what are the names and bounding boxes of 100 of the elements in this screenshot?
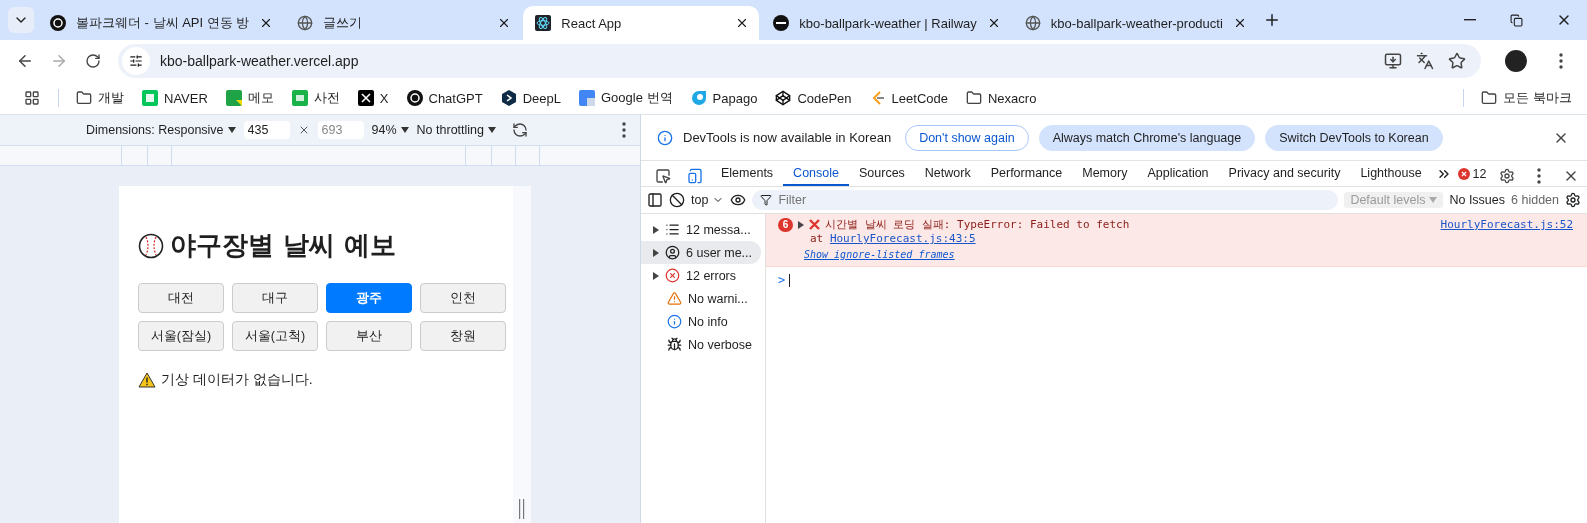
error-count[interactable]: 12 bbox=[1457, 161, 1487, 186]
clear-icon bbox=[669, 192, 685, 208]
browser-tab[interactable]: kbo-ballpark-weather-producti bbox=[1012, 6, 1257, 40]
rotate-icon bbox=[512, 122, 528, 138]
zoom-dropdown[interactable]: 94% bbox=[371, 123, 409, 137]
bookmark[interactable]: 메모 bbox=[218, 85, 281, 111]
stadium-button[interactable]: 대전 bbox=[138, 283, 224, 313]
x-logo-icon bbox=[357, 90, 374, 106]
atom-icon bbox=[535, 15, 552, 31]
sidebar-item[interactable]: 12 errors bbox=[641, 264, 761, 287]
square-logo-icon bbox=[291, 90, 308, 106]
infobar-button[interactable]: Always match Chrome's language bbox=[1038, 124, 1256, 151]
bookmark[interactable]: ChatGPT bbox=[399, 85, 490, 111]
prompt-icon: > bbox=[778, 273, 786, 287]
cube-logo-icon bbox=[775, 90, 792, 106]
device-icon bbox=[687, 168, 703, 184]
minimize-icon bbox=[1463, 19, 1476, 21]
sidebar-item[interactable]: 12 messa... bbox=[641, 218, 761, 241]
context-dropdown[interactable]: top bbox=[691, 193, 725, 207]
tab-title: kbo-ballpark-weather-producti bbox=[1050, 15, 1223, 31]
throttling-dropdown[interactable]: No throttling bbox=[416, 123, 496, 137]
stadium-button[interactable]: 인천 bbox=[420, 283, 506, 313]
sidebar-item[interactable]: No warni... bbox=[641, 287, 761, 310]
menu-icon bbox=[1559, 53, 1563, 69]
bookmark[interactable]: Nexacro bbox=[959, 85, 1044, 111]
devtools-tab[interactable]: Lighthouse bbox=[1350, 161, 1432, 186]
stadium-button[interactable]: 대구 bbox=[232, 283, 318, 313]
dimensions-dropdown[interactable]: Dimensions: Responsive bbox=[86, 123, 236, 137]
infobar-button[interactable]: Don't show again bbox=[905, 124, 1029, 151]
browser-tab[interactable]: React App bbox=[523, 6, 760, 40]
devtools-tab[interactable]: Application bbox=[1137, 161, 1219, 186]
tab-search-button[interactable] bbox=[8, 7, 34, 33]
bookmark[interactable]: 개발 bbox=[69, 85, 131, 111]
bookmark[interactable]: NAVER bbox=[135, 85, 215, 111]
devtools-tab[interactable]: Sources bbox=[849, 161, 915, 186]
all-bookmarks[interactable]: 모든 북마크 bbox=[1474, 85, 1579, 111]
hidden-count: 6 hidden bbox=[1511, 193, 1559, 207]
bookmark[interactable]: 사전 bbox=[284, 85, 347, 111]
site-info-button[interactable] bbox=[122, 47, 150, 75]
tab-title: 글쓰기 bbox=[323, 14, 364, 32]
devtools-tab[interactable]: Performance bbox=[980, 161, 1073, 186]
tab-title: 볼파크웨더 - 날씨 API 연동 방 bbox=[76, 14, 250, 32]
devtools-tab[interactable]: Network bbox=[914, 161, 981, 186]
tab-title: kbo-ballpark-weather | Railway bbox=[799, 15, 977, 31]
address-bar[interactable]: kbo-ballpark-weather.vercel.app bbox=[118, 44, 1481, 78]
issues-text: No Issues bbox=[1449, 193, 1506, 207]
stack-link[interactable]: HourlyForecast.js:43:5 bbox=[829, 232, 976, 245]
stadium-button[interactable]: 부산 bbox=[326, 321, 412, 351]
browser-tab[interactable]: 볼파크웨더 - 날씨 API 연동 방 bbox=[38, 6, 284, 40]
inspect-icon bbox=[655, 168, 671, 184]
resize-handle-icon[interactable] bbox=[519, 499, 525, 519]
square-logo-icon bbox=[142, 90, 158, 106]
stadium-button[interactable]: 광주 bbox=[326, 283, 412, 313]
bookmark[interactable]: X bbox=[350, 85, 396, 111]
empty-message: 기상 데이터가 없습니다. bbox=[161, 371, 313, 389]
browser-tab[interactable]: kbo-ballpark-weather | Railway bbox=[761, 6, 1011, 40]
height-field[interactable]: 693 bbox=[317, 121, 364, 139]
bookmark[interactable]: Google 번역 bbox=[572, 85, 680, 111]
ignore-listed-link[interactable]: Show ignore-listed frames bbox=[804, 249, 1573, 260]
profile-avatar[interactable] bbox=[1505, 50, 1527, 72]
globe-icon bbox=[1024, 15, 1041, 31]
stadium-button[interactable]: 서울(잠실) bbox=[138, 321, 224, 351]
browser-tab[interactable]: 글쓰기 bbox=[285, 6, 522, 40]
devtools-tab[interactable]: Console bbox=[783, 161, 849, 186]
url-text: kbo-ballpark-weather.vercel.app bbox=[160, 53, 360, 69]
hexagon-logo-icon bbox=[500, 90, 517, 106]
bookmark[interactable]: LeetCode bbox=[862, 85, 955, 111]
bookmark[interactable]: Papago bbox=[683, 85, 765, 111]
devtools-tab[interactable]: Privacy and security bbox=[1218, 161, 1351, 186]
sidebar-item[interactable]: 6 user me... bbox=[641, 241, 761, 264]
filter-field[interactable]: Filter bbox=[752, 190, 1339, 210]
app-title: 야구장별 날씨 예보 bbox=[170, 229, 397, 262]
sidebar-item[interactable]: No verbose bbox=[641, 333, 761, 356]
expand-arrow-icon[interactable] bbox=[653, 225, 659, 234]
settings-icon bbox=[1565, 192, 1581, 208]
stadium-button[interactable]: 서울(고척) bbox=[232, 321, 318, 351]
warning-icon bbox=[667, 291, 682, 306]
reload-icon bbox=[85, 53, 101, 69]
expand-arrow-icon[interactable] bbox=[653, 248, 659, 257]
devtools-tab[interactable]: Elements bbox=[711, 161, 784, 186]
note-icon bbox=[225, 90, 242, 106]
user-icon bbox=[665, 245, 680, 260]
translate-icon bbox=[1416, 52, 1434, 70]
repeat-count: 6 bbox=[778, 217, 793, 232]
infobar-text: DevTools is now available in Korean bbox=[683, 130, 892, 145]
devtools-tab[interactable]: Memory bbox=[1072, 161, 1138, 186]
eye-icon bbox=[730, 192, 747, 208]
source-link[interactable]: HourlyForecast.js:52 bbox=[1440, 218, 1573, 231]
bug-icon bbox=[667, 337, 682, 352]
expand-arrow-icon[interactable] bbox=[798, 220, 804, 229]
info-icon bbox=[657, 129, 673, 146]
width-field[interactable]: 435 bbox=[243, 121, 290, 139]
stadium-button[interactable]: 창원 bbox=[420, 321, 506, 351]
infobar-button[interactable]: Switch DevTools to Korean bbox=[1265, 124, 1443, 151]
bookmark[interactable]: DeepL bbox=[493, 85, 568, 111]
logo-icon bbox=[406, 90, 423, 106]
forward-icon bbox=[50, 52, 68, 70]
expand-arrow-icon[interactable] bbox=[653, 271, 659, 280]
sidebar-item[interactable]: No info bbox=[641, 310, 761, 333]
bookmark[interactable]: CodePen bbox=[768, 85, 859, 111]
